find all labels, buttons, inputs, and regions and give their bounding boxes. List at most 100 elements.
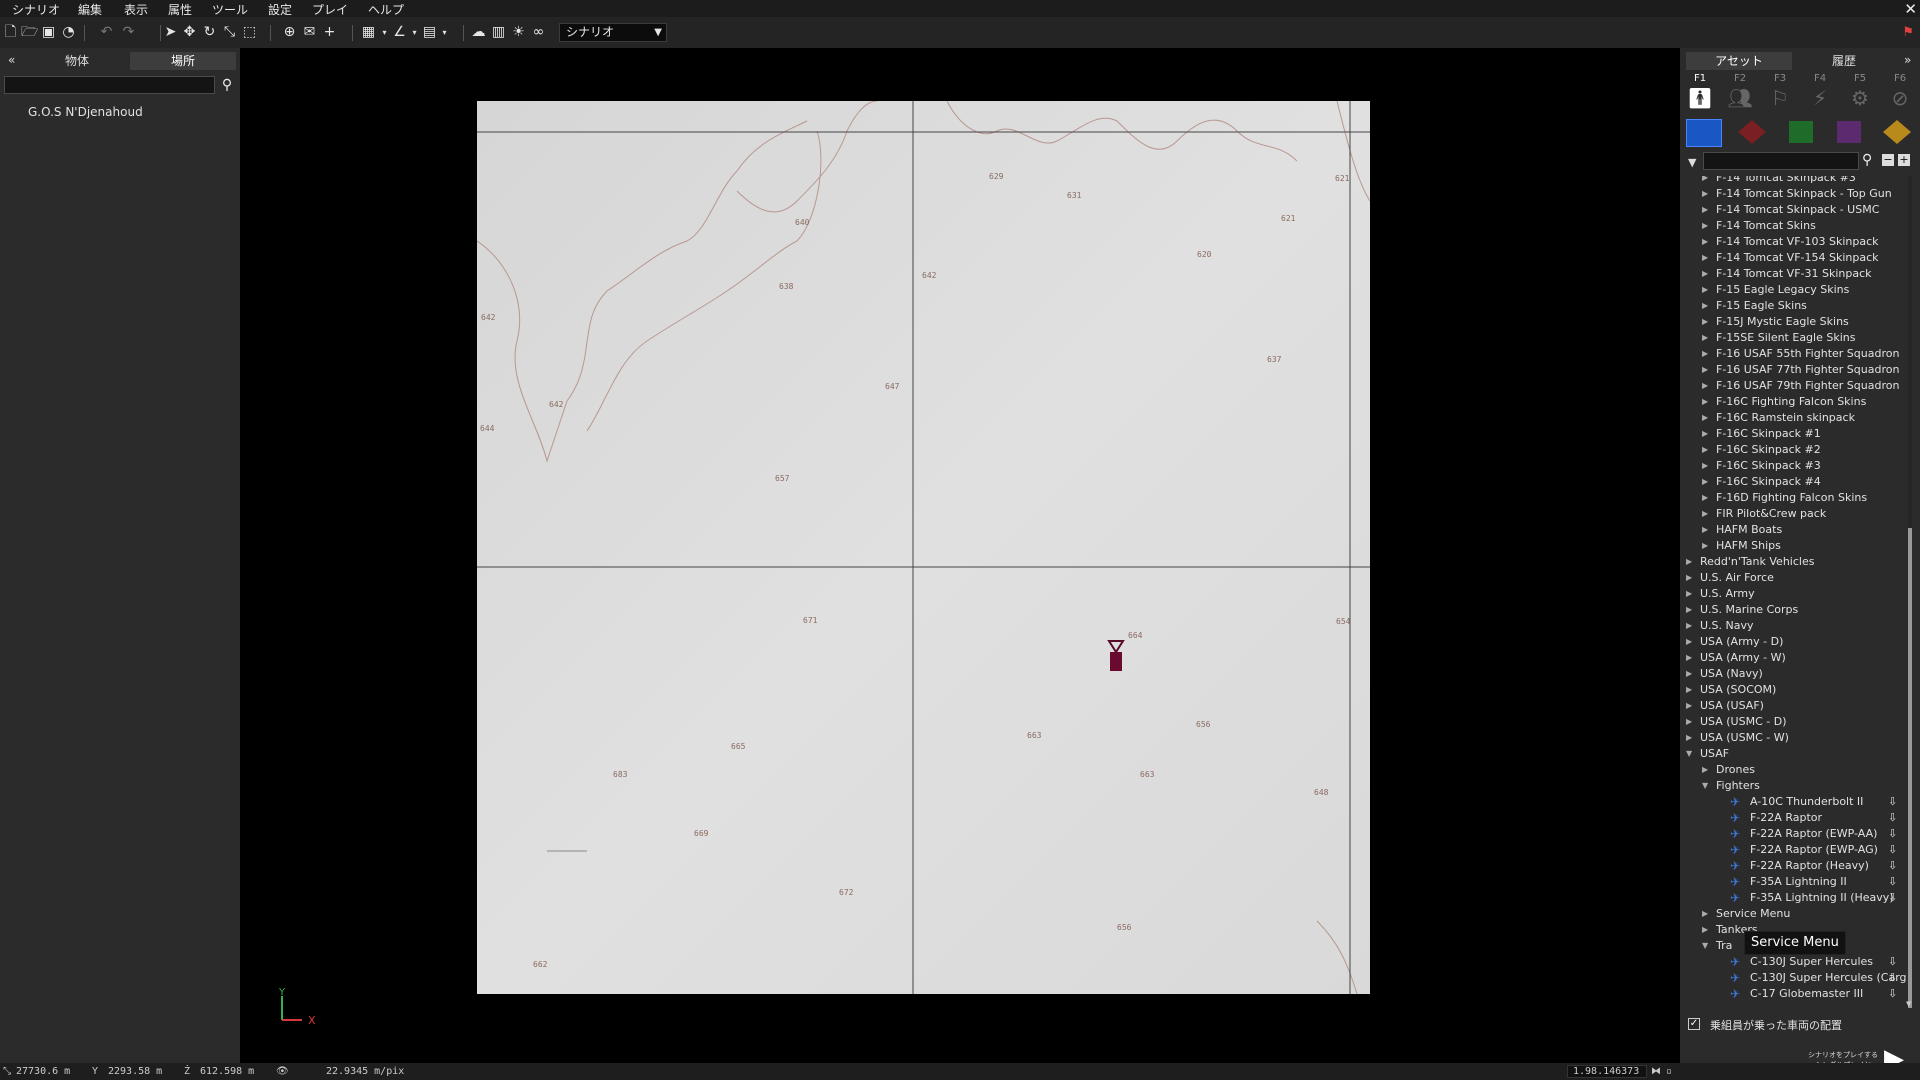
- waypoint-off-icon[interactable]: ⊘: [1885, 86, 1915, 110]
- module-icon[interactable]: ⚙: [1845, 86, 1875, 110]
- fkey-f3[interactable]: F3: [1765, 73, 1795, 84]
- tree-folder[interactable]: ▶ HAFM Ships: [1702, 538, 1908, 554]
- collapsed-triangle-icon[interactable]: ▶: [1702, 282, 1708, 298]
- close-icon[interactable]: ✕: [1904, 0, 1917, 18]
- tree-folder[interactable]: ▶ USA (SOCOM): [1686, 682, 1908, 698]
- tree-folder[interactable]: ▶ F-14 Tomcat VF-31 Skinpack: [1702, 266, 1908, 282]
- trigger-icon[interactable]: ⚡︎: [1805, 86, 1835, 110]
- tree-folder[interactable]: ▶ F-15 Eagle Legacy Skins: [1702, 282, 1908, 298]
- collapsed-triangle-icon[interactable]: ▶: [1702, 762, 1708, 778]
- collapsed-triangle-icon[interactable]: ▶: [1686, 554, 1692, 570]
- download-icon[interactable]: ⇩: [1888, 810, 1897, 826]
- open-folder-icon[interactable]: 🗁: [21, 24, 38, 41]
- fkey-f4[interactable]: F4: [1805, 73, 1835, 84]
- tree-folder[interactable]: ▶ USA (Army - W): [1686, 650, 1908, 666]
- tree-scrollbar-thumb[interactable]: [1908, 528, 1912, 1008]
- fit-view-icon[interactable]: ⧓: [1651, 1066, 1661, 1077]
- asset-item[interactable]: ✈ ⇩ F-35A Lightning II: [1718, 874, 1908, 890]
- collapsed-triangle-icon[interactable]: ▶: [1702, 346, 1708, 362]
- area-tool-icon[interactable]: ⬚: [241, 24, 258, 41]
- asset-item[interactable]: ✈ ⇩ F-22A Raptor: [1718, 810, 1908, 826]
- asset-item[interactable]: ✈ ⇩ A-10C Thunderbolt II: [1718, 794, 1908, 810]
- fkey-f5[interactable]: F5: [1845, 73, 1875, 84]
- vertical-mode-icon[interactable]: +: [321, 24, 338, 41]
- tree-folder[interactable]: ▶ F-15SE Silent Eagle Skins: [1702, 330, 1908, 346]
- asset-item[interactable]: ✈ ⇩ C-130J Super Hercules: [1718, 954, 1908, 970]
- fkey-f2[interactable]: F2: [1725, 73, 1755, 84]
- download-icon[interactable]: ⇩: [1888, 954, 1897, 970]
- collapsed-triangle-icon[interactable]: ▶: [1702, 186, 1708, 202]
- collapsed-triangle-icon[interactable]: ▶: [1702, 314, 1708, 330]
- search-icon[interactable]: ⚲: [1862, 152, 1872, 168]
- collapsed-triangle-icon[interactable]: ▶: [1686, 698, 1692, 714]
- tab-assets[interactable]: アセット: [1686, 52, 1792, 70]
- chevron-down-icon[interactable]: ▼: [1688, 156, 1696, 169]
- side-opfor-swatch[interactable]: [1735, 119, 1769, 145]
- surface-snap-icon[interactable]: ✉: [301, 24, 318, 41]
- crew-vehicle-checkbox[interactable]: ✓: [1688, 1018, 1700, 1030]
- fkey-f1[interactable]: F1: [1685, 73, 1715, 84]
- undo-icon[interactable]: ↶: [98, 24, 115, 41]
- chart-icon[interactable]: ▥: [490, 24, 507, 41]
- collapsed-triangle-icon[interactable]: ▶: [1686, 570, 1692, 586]
- tree-folder[interactable]: ▶ F-14 Tomcat VF-103 Skinpack: [1702, 234, 1908, 250]
- download-icon[interactable]: ⇩: [1888, 858, 1897, 874]
- tree-folder[interactable]: ▶ F-16C Ramstein skinpack: [1702, 410, 1908, 426]
- tree-folder[interactable]: ▶ F-16C Fighting Falcon Skins: [1702, 394, 1908, 410]
- menu-play[interactable]: プレイ: [312, 1, 348, 18]
- tree-folder[interactable]: ▶ F-14 Tomcat Skinpack - USMC: [1702, 202, 1908, 218]
- fkey-f6[interactable]: F6: [1885, 73, 1915, 84]
- tree-folder[interactable]: ▼ USAF: [1686, 746, 1908, 762]
- flag-icon[interactable]: ⚐: [1765, 86, 1795, 110]
- menu-tools[interactable]: ツール: [212, 1, 248, 18]
- collapsed-triangle-icon[interactable]: ▶: [1702, 474, 1708, 490]
- download-icon[interactable]: ⇩: [1888, 986, 1897, 1002]
- move-tool-icon[interactable]: ✥: [181, 24, 198, 41]
- download-icon[interactable]: ⇩: [1888, 826, 1897, 842]
- tree-folder[interactable]: ▶ USA (USMC - D): [1686, 714, 1908, 730]
- menu-settings[interactable]: 設定: [268, 1, 292, 18]
- tree-folder[interactable]: ▶ USA (USMC - W): [1686, 730, 1908, 746]
- tree-folder[interactable]: ▶ U.S. Marine Corps: [1686, 602, 1908, 618]
- collapsed-triangle-icon[interactable]: ▶: [1702, 906, 1708, 922]
- tree-folder[interactable]: ▶ F-16D Fighting Falcon Skins: [1702, 490, 1908, 506]
- tree-folder[interactable]: ▶ USA (Navy): [1686, 666, 1908, 682]
- refresh-icon[interactable]: ◔: [60, 24, 77, 41]
- tree-folder[interactable]: ▶ USA (USAF): [1686, 698, 1908, 714]
- menu-view[interactable]: 表示: [124, 1, 148, 18]
- side-independent-swatch[interactable]: [1784, 119, 1818, 145]
- collapsed-triangle-icon[interactable]: ▶: [1702, 394, 1708, 410]
- notification-icon[interactable]: ⚑: [1902, 25, 1914, 40]
- collapsed-triangle-icon[interactable]: ▶: [1702, 218, 1708, 234]
- tree-folder[interactable]: ▶ HAFM Boats: [1702, 522, 1908, 538]
- collapsed-triangle-icon[interactable]: ▶: [1686, 634, 1692, 650]
- tree-folder[interactable]: ▶ USA (Army - D): [1686, 634, 1908, 650]
- collapsed-triangle-icon[interactable]: ▶: [1702, 176, 1708, 186]
- scale-tool-icon[interactable]: ⤡: [221, 24, 238, 41]
- asset-search-input[interactable]: [1703, 152, 1859, 170]
- collapsed-triangle-icon[interactable]: ▶: [1702, 442, 1708, 458]
- collapsed-triangle-icon[interactable]: ▶: [1702, 922, 1708, 938]
- tree-folder[interactable]: ▶ FIR Pilot&Crew pack: [1702, 506, 1908, 522]
- side-empty-swatch[interactable]: [1880, 119, 1914, 145]
- asset-item[interactable]: ✈ ⇩ F-22A Raptor (EWP-AG): [1718, 842, 1908, 858]
- side-blufor-swatch[interactable]: [1686, 119, 1722, 147]
- collapsed-triangle-icon[interactable]: ▶: [1702, 426, 1708, 442]
- tab-objects[interactable]: 物体: [26, 52, 128, 70]
- collapsed-triangle-icon[interactable]: ▶: [1702, 458, 1708, 474]
- tab-history[interactable]: 履歴: [1794, 52, 1894, 70]
- collapse-all-icon[interactable]: −: [1882, 154, 1894, 166]
- asset-item[interactable]: ✈ ⇩ C-130J Super Hercules (Carg: [1718, 970, 1908, 986]
- toggle-panel-icon[interactable]: ▫: [1666, 1066, 1672, 1077]
- collapsed-triangle-icon[interactable]: ▶: [1702, 490, 1708, 506]
- expanded-triangle-icon[interactable]: ▼: [1686, 746, 1692, 762]
- tree-folder[interactable]: ▶ F-14 Tomcat Skinpack #3: [1702, 176, 1908, 186]
- download-icon[interactable]: ⇩: [1888, 874, 1897, 890]
- scroll-down-icon[interactable]: ▼: [1906, 1000, 1911, 1008]
- search-icon[interactable]: ⚲: [218, 76, 236, 94]
- tree-folder[interactable]: ▶ F-14 Tomcat Skins: [1702, 218, 1908, 234]
- chevron-down-icon[interactable]: ▾: [436, 24, 453, 41]
- tree-folder[interactable]: ▼ Fighters: [1702, 778, 1908, 794]
- collapsed-triangle-icon[interactable]: ▶: [1702, 250, 1708, 266]
- collapsed-triangle-icon[interactable]: ▶: [1686, 682, 1692, 698]
